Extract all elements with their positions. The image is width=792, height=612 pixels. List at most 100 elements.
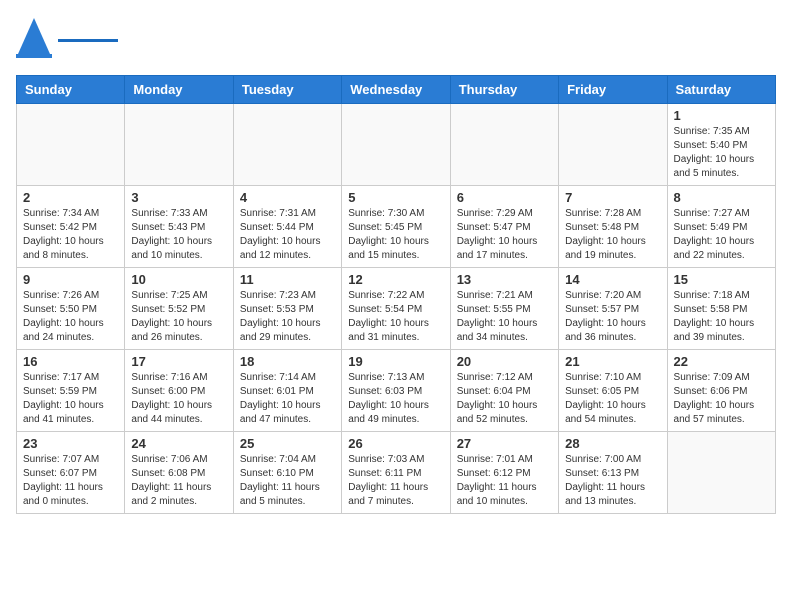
day-info: Sunrise: 7:33 AM Sunset: 5:43 PM Dayligh… bbox=[131, 207, 226, 263]
calendar-cell: 27 Sunrise: 7:01 AM Sunset: 6:12 PM Dayli… bbox=[450, 432, 558, 514]
day-info: Sunrise: 7:01 AM Sunset: 6:12 PM Dayligh… bbox=[457, 453, 552, 509]
calendar-cell: 14 Sunrise: 7:20 AM Sunset: 5:57 PM Dayli… bbox=[559, 268, 667, 350]
day-info: Sunrise: 7:20 AM Sunset: 5:57 PM Dayligh… bbox=[565, 289, 660, 345]
day-header-monday: Monday bbox=[125, 76, 233, 104]
calendar-cell: 7 Sunrise: 7:28 AM Sunset: 5:48 PM Daylig… bbox=[559, 186, 667, 268]
day-number: 23 bbox=[23, 436, 118, 451]
day-info: Sunrise: 7:18 AM Sunset: 5:58 PM Dayligh… bbox=[674, 289, 769, 345]
day-number: 7 bbox=[565, 190, 660, 205]
calendar-cell bbox=[667, 432, 775, 514]
calendar-cell bbox=[125, 104, 233, 186]
day-info: Sunrise: 7:26 AM Sunset: 5:50 PM Dayligh… bbox=[23, 289, 118, 345]
day-info: Sunrise: 7:00 AM Sunset: 6:13 PM Dayligh… bbox=[565, 453, 660, 509]
calendar-cell: 15 Sunrise: 7:18 AM Sunset: 5:58 PM Dayli… bbox=[667, 268, 775, 350]
day-number: 6 bbox=[457, 190, 552, 205]
calendar-week-3: 9 Sunrise: 7:26 AM Sunset: 5:50 PM Daylig… bbox=[17, 268, 776, 350]
day-number: 25 bbox=[240, 436, 335, 451]
calendar-cell: 5 Sunrise: 7:30 AM Sunset: 5:45 PM Daylig… bbox=[342, 186, 450, 268]
day-info: Sunrise: 7:25 AM Sunset: 5:52 PM Dayligh… bbox=[131, 289, 226, 345]
day-number: 4 bbox=[240, 190, 335, 205]
calendar-week-4: 16Sunrise: 7:17 AM Sunset: 5:59 PM Dayli… bbox=[17, 350, 776, 432]
calendar-cell: 17 Sunrise: 7:16 AM Sunset: 6:00 PM Dayli… bbox=[125, 350, 233, 432]
calendar-cell bbox=[450, 104, 558, 186]
calendar-week-1: 1 Sunrise: 7:35 AM Sunset: 5:40 PM Daylig… bbox=[17, 104, 776, 186]
day-number: 1 bbox=[674, 108, 769, 123]
calendar-cell: 23 Sunrise: 7:07 AM Sunset: 6:07 PM Dayli… bbox=[17, 432, 125, 514]
day-header-tuesday: Tuesday bbox=[233, 76, 341, 104]
calendar-cell: 11 Sunrise: 7:23 AM Sunset: 5:53 PM Dayli… bbox=[233, 268, 341, 350]
day-number: 26 bbox=[348, 436, 443, 451]
day-info: Sunrise: 7:13 AM Sunset: 6:03 PM Dayligh… bbox=[348, 371, 443, 427]
day-number: 8 bbox=[674, 190, 769, 205]
day-info: Sunrise: 7:31 AM Sunset: 5:44 PM Dayligh… bbox=[240, 207, 335, 263]
calendar-cell: 22 Sunrise: 7:09 AM Sunset: 6:06 PM Dayli… bbox=[667, 350, 775, 432]
calendar-cell: 8Sunrise: 7:27 AM Sunset: 5:49 PM Daylig… bbox=[667, 186, 775, 268]
day-number: 24 bbox=[131, 436, 226, 451]
day-number: 5 bbox=[348, 190, 443, 205]
day-info: Sunrise: 7:29 AM Sunset: 5:47 PM Dayligh… bbox=[457, 207, 552, 263]
calendar-week-5: 23 Sunrise: 7:07 AM Sunset: 6:07 PM Dayli… bbox=[17, 432, 776, 514]
calendar-cell: 16Sunrise: 7:17 AM Sunset: 5:59 PM Dayli… bbox=[17, 350, 125, 432]
day-info: Sunrise: 7:12 AM Sunset: 6:04 PM Dayligh… bbox=[457, 371, 552, 427]
calendar-cell: 18 Sunrise: 7:14 AM Sunset: 6:01 PM Dayli… bbox=[233, 350, 341, 432]
logo-text bbox=[58, 37, 118, 42]
day-number: 2 bbox=[23, 190, 118, 205]
day-number: 22 bbox=[674, 354, 769, 369]
day-info: Sunrise: 7:16 AM Sunset: 6:00 PM Dayligh… bbox=[131, 371, 226, 427]
calendar-header-row: SundayMondayTuesdayWednesdayThursdayFrid… bbox=[17, 76, 776, 104]
calendar-cell: 13 Sunrise: 7:21 AM Sunset: 5:55 PM Dayli… bbox=[450, 268, 558, 350]
day-header-wednesday: Wednesday bbox=[342, 76, 450, 104]
day-header-sunday: Sunday bbox=[17, 76, 125, 104]
day-info: Sunrise: 7:28 AM Sunset: 5:48 PM Dayligh… bbox=[565, 207, 660, 263]
calendar-cell bbox=[342, 104, 450, 186]
day-info: Sunrise: 7:22 AM Sunset: 5:54 PM Dayligh… bbox=[348, 289, 443, 345]
calendar-cell: 19Sunrise: 7:13 AM Sunset: 6:03 PM Dayli… bbox=[342, 350, 450, 432]
calendar-cell bbox=[559, 104, 667, 186]
day-number: 11 bbox=[240, 272, 335, 287]
day-info: Sunrise: 7:14 AM Sunset: 6:01 PM Dayligh… bbox=[240, 371, 335, 427]
calendar-cell: 2 Sunrise: 7:34 AM Sunset: 5:42 PM Daylig… bbox=[17, 186, 125, 268]
page-header bbox=[16, 16, 776, 63]
calendar-cell bbox=[17, 104, 125, 186]
day-number: 12 bbox=[348, 272, 443, 287]
calendar-cell: 21 Sunrise: 7:10 AM Sunset: 6:05 PM Dayli… bbox=[559, 350, 667, 432]
day-number: 18 bbox=[240, 354, 335, 369]
calendar-cell: 24 Sunrise: 7:06 AM Sunset: 6:08 PM Dayli… bbox=[125, 432, 233, 514]
day-info: Sunrise: 7:21 AM Sunset: 5:55 PM Dayligh… bbox=[457, 289, 552, 345]
day-header-thursday: Thursday bbox=[450, 76, 558, 104]
day-number: 14 bbox=[565, 272, 660, 287]
day-number: 28 bbox=[565, 436, 660, 451]
day-info: Sunrise: 7:23 AM Sunset: 5:53 PM Dayligh… bbox=[240, 289, 335, 345]
calendar-cell: 25 Sunrise: 7:04 AM Sunset: 6:10 PM Dayli… bbox=[233, 432, 341, 514]
day-info: Sunrise: 7:06 AM Sunset: 6:08 PM Dayligh… bbox=[131, 453, 226, 509]
day-number: 13 bbox=[457, 272, 552, 287]
day-number: 21 bbox=[565, 354, 660, 369]
calendar-cell: 20Sunrise: 7:12 AM Sunset: 6:04 PM Dayli… bbox=[450, 350, 558, 432]
day-number: 17 bbox=[131, 354, 226, 369]
day-header-saturday: Saturday bbox=[667, 76, 775, 104]
day-header-friday: Friday bbox=[559, 76, 667, 104]
day-info: Sunrise: 7:07 AM Sunset: 6:07 PM Dayligh… bbox=[23, 453, 118, 509]
logo-underline bbox=[58, 39, 118, 42]
day-number: 9 bbox=[23, 272, 118, 287]
logo-icon bbox=[16, 16, 52, 63]
day-info: Sunrise: 7:04 AM Sunset: 6:10 PM Dayligh… bbox=[240, 453, 335, 509]
calendar-table: SundayMondayTuesdayWednesdayThursdayFrid… bbox=[16, 75, 776, 514]
calendar-cell: 26Sunrise: 7:03 AM Sunset: 6:11 PM Dayli… bbox=[342, 432, 450, 514]
day-info: Sunrise: 7:09 AM Sunset: 6:06 PM Dayligh… bbox=[674, 371, 769, 427]
calendar-cell: 12 Sunrise: 7:22 AM Sunset: 5:54 PM Dayli… bbox=[342, 268, 450, 350]
day-number: 27 bbox=[457, 436, 552, 451]
calendar-cell: 10 Sunrise: 7:25 AM Sunset: 5:52 PM Dayli… bbox=[125, 268, 233, 350]
day-info: Sunrise: 7:34 AM Sunset: 5:42 PM Dayligh… bbox=[23, 207, 118, 263]
calendar-cell: 3Sunrise: 7:33 AM Sunset: 5:43 PM Daylig… bbox=[125, 186, 233, 268]
calendar-week-2: 2 Sunrise: 7:34 AM Sunset: 5:42 PM Daylig… bbox=[17, 186, 776, 268]
calendar-cell: 9 Sunrise: 7:26 AM Sunset: 5:50 PM Daylig… bbox=[17, 268, 125, 350]
calendar-cell bbox=[233, 104, 341, 186]
day-number: 10 bbox=[131, 272, 226, 287]
calendar-cell: 1 Sunrise: 7:35 AM Sunset: 5:40 PM Daylig… bbox=[667, 104, 775, 186]
day-info: Sunrise: 7:30 AM Sunset: 5:45 PM Dayligh… bbox=[348, 207, 443, 263]
day-info: Sunrise: 7:10 AM Sunset: 6:05 PM Dayligh… bbox=[565, 371, 660, 427]
day-info: Sunrise: 7:35 AM Sunset: 5:40 PM Dayligh… bbox=[674, 125, 769, 181]
day-number: 15 bbox=[674, 272, 769, 287]
calendar-cell: 28 Sunrise: 7:00 AM Sunset: 6:13 PM Dayli… bbox=[559, 432, 667, 514]
